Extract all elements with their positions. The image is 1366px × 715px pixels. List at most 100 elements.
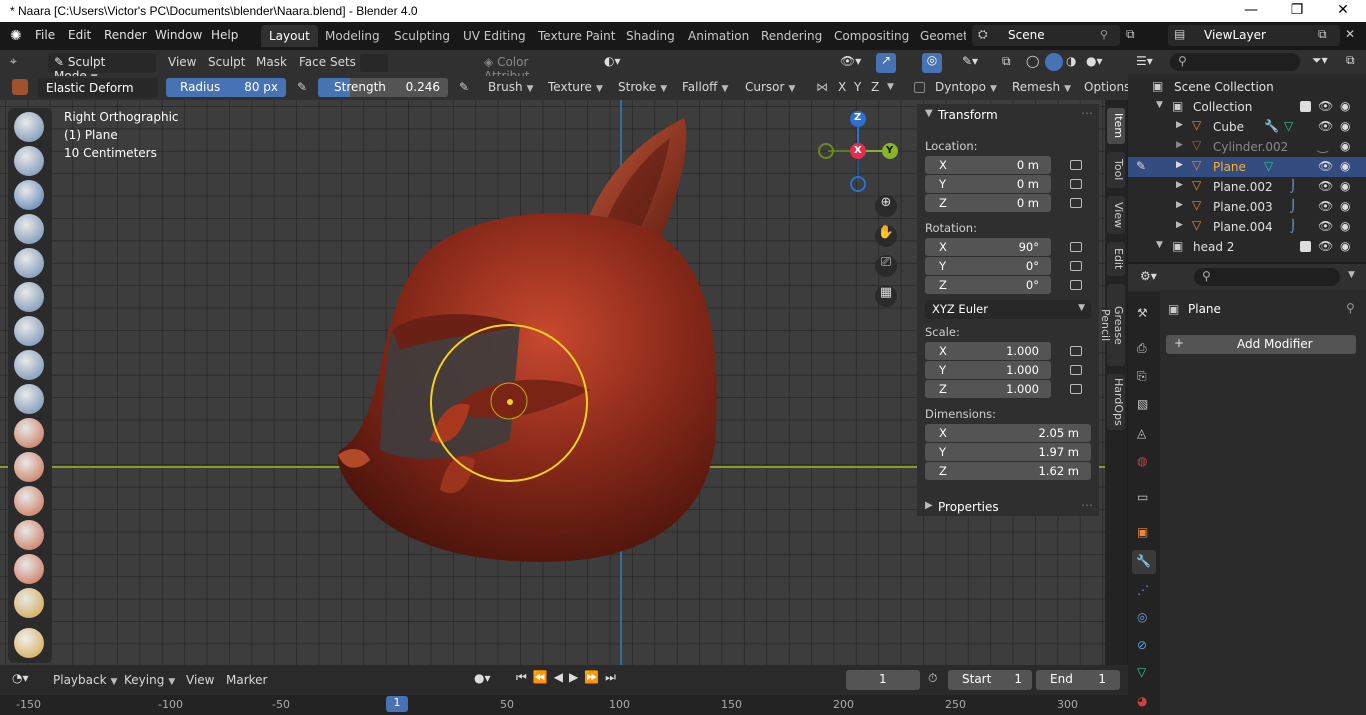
view-layer-selector[interactable]: ▤ ViewLayer ⧉: [1168, 25, 1340, 46]
solid-shading-icon[interactable]: [1045, 53, 1063, 71]
location-x-field[interactable]: X 0 m: [925, 156, 1051, 174]
tab-view[interactable]: View: [1107, 196, 1125, 234]
xray-toggle-icon[interactable]: ⧉: [1002, 54, 1011, 69]
material-tab-icon[interactable]: ◕: [1137, 694, 1151, 708]
checkbox-icon[interactable]: [1300, 101, 1311, 112]
expand-icon[interactable]: ▶: [1176, 200, 1183, 210]
tab-hardops[interactable]: HardOps: [1107, 374, 1125, 430]
pinch-brush-icon[interactable]: [14, 554, 44, 584]
outliner-search-input[interactable]: ⚲: [1170, 53, 1300, 71]
eye-icon[interactable]: 👁: [1318, 199, 1333, 213]
camera-icon[interactable]: ⎚: [875, 255, 897, 277]
rotation-mode-dropdown[interactable]: XYZ Euler ▼: [925, 300, 1091, 319]
properties-editor-icon[interactable]: ⚙▾: [1140, 269, 1157, 283]
scene-selector[interactable]: ⛭ Scene ⚲: [972, 25, 1120, 46]
outliner-row-scene-collection[interactable]: ▣ Scene Collection: [1128, 77, 1366, 97]
lock-icon[interactable]: [1070, 242, 1082, 252]
outliner-row-cylinder[interactable]: ▶ ▽ Cylinder.002 ‿ ◉: [1128, 137, 1366, 157]
expand-icon[interactable]: ▼: [1156, 240, 1163, 250]
keying-menu[interactable]: Keying ▼: [124, 673, 175, 687]
record-icon[interactable]: ●▾: [474, 671, 491, 685]
grab-brush-icon[interactable]: [14, 588, 44, 618]
modifier-tab-icon[interactable]: 🔧: [1132, 550, 1156, 574]
camera-render-icon[interactable]: ◉: [1340, 239, 1350, 253]
flatten-brush-icon[interactable]: [14, 418, 44, 448]
tab-rendering[interactable]: Rendering: [753, 25, 830, 47]
lock-icon[interactable]: [1070, 160, 1082, 170]
view-layer-tab-icon[interactable]: ▧: [1137, 397, 1151, 411]
menu-face-sets[interactable]: Face Sets: [299, 55, 356, 69]
tab-layout[interactable]: Layout: [261, 25, 318, 47]
tab-shading[interactable]: Shading: [618, 25, 683, 47]
inflate-brush-icon[interactable]: [14, 282, 44, 312]
scale-x-field[interactable]: X 1.000: [925, 342, 1051, 360]
brush-menu[interactable]: Brush ▼: [488, 80, 534, 94]
color-attribute-dropdown[interactable]: ◈ Color Attribut...: [478, 53, 594, 83]
lock-icon[interactable]: [1070, 384, 1082, 394]
new-view-layer-icon[interactable]: ⧉: [1318, 27, 1327, 42]
scale-z-field[interactable]: Z 1.000: [925, 380, 1051, 398]
elastic-deform-brush-icon[interactable]: [14, 628, 44, 658]
lock-icon[interactable]: [1070, 365, 1082, 375]
options-menu[interactable]: Options: [1084, 80, 1130, 94]
expand-icon[interactable]: ▶: [1176, 220, 1183, 230]
tab-tool[interactable]: Tool: [1107, 152, 1125, 188]
camera-render-icon[interactable]: ◉: [1340, 99, 1350, 113]
playback-menu[interactable]: Playback ▼: [53, 673, 117, 687]
gizmo-toggle-icon[interactable]: ↗: [876, 53, 896, 73]
expand-icon[interactable]: ▼: [1156, 100, 1163, 110]
tab-grease-pencil[interactable]: Grease Pencil: [1099, 284, 1125, 366]
camera-render-icon[interactable]: ◉: [1340, 199, 1350, 213]
material-shading-icon[interactable]: ◑: [1066, 54, 1076, 68]
zoom-icon[interactable]: ⊕: [875, 195, 897, 217]
outliner-row-plane-003[interactable]: ▶ ▽ Plane.003 ⌡ 👁 ◉: [1128, 197, 1366, 217]
tab-modeling[interactable]: Modeling: [317, 25, 388, 47]
lock-icon[interactable]: [1070, 198, 1082, 208]
tool-tab-icon[interactable]: ⚒: [1137, 306, 1151, 320]
strength-field[interactable]: Strength 0.246: [318, 78, 448, 97]
crease-brush-icon[interactable]: [14, 350, 44, 380]
brush-selector[interactable]: Elastic Deform: [38, 78, 158, 98]
drag-handle-icon[interactable]: ⋯: [1081, 498, 1093, 512]
expand-icon[interactable]: ▶: [1176, 120, 1183, 130]
scrape-brush-icon[interactable]: [14, 486, 44, 516]
outliner-row-plane-004[interactable]: ▶ ▽ Plane.004 ⌡ 👁 ◉: [1128, 217, 1366, 237]
remove-view-layer-icon[interactable]: ✕: [1345, 27, 1355, 41]
remesh-menu[interactable]: Remesh ▼: [1012, 80, 1071, 94]
transform-collapse-icon[interactable]: ▼: [925, 108, 933, 119]
shading-popover-icon[interactable]: ◐▾: [604, 54, 621, 68]
menu-edit[interactable]: Edit: [68, 28, 91, 42]
radius-field[interactable]: Radius 80 px: [166, 78, 286, 97]
smooth-brush-icon[interactable]: [14, 384, 44, 414]
eye-closed-icon[interactable]: ‿: [1318, 139, 1328, 153]
playhead[interactable]: 1: [386, 696, 408, 712]
strength-pressure-icon[interactable]: ✎: [459, 80, 469, 94]
layer-brush-icon[interactable]: [14, 248, 44, 278]
brush-icon[interactable]: [12, 79, 28, 95]
dimensions-x-field[interactable]: X 2.05 m: [925, 424, 1091, 442]
camera-render-icon[interactable]: ◉: [1340, 219, 1350, 233]
chevron-down-icon[interactable]: ▼: [1348, 270, 1355, 280]
tab-geometry[interactable]: Geomet: [912, 25, 966, 47]
properties-search-input[interactable]: ⚲: [1194, 268, 1340, 286]
eye-icon[interactable]: 👁: [1318, 99, 1333, 113]
outliner-row-head-2[interactable]: ▼ ▣ head 2 👁 ◉: [1128, 237, 1366, 257]
menu-help[interactable]: Help: [211, 28, 238, 42]
eye-icon[interactable]: 👁: [1318, 179, 1333, 193]
tab-item[interactable]: Item: [1107, 108, 1125, 144]
fill-brush-icon[interactable]: [14, 452, 44, 482]
clay-brush-icon[interactable]: [14, 180, 44, 210]
properties-panel-title[interactable]: Properties: [938, 500, 999, 514]
close-button[interactable]: ✕: [1320, 2, 1366, 18]
camera-render-icon[interactable]: ◉: [1340, 139, 1350, 153]
data-tab-icon[interactable]: ▽: [1137, 665, 1151, 679]
rotation-z-field[interactable]: Z 0°: [925, 276, 1051, 294]
overlay-toggle-icon[interactable]: ◎: [922, 53, 942, 73]
restore-button[interactable]: ❐: [1274, 2, 1320, 18]
outliner-row-collection[interactable]: ▼ ▣ Collection 👁 ◉: [1128, 97, 1366, 117]
blob-brush-icon[interactable]: [14, 316, 44, 346]
pin-icon[interactable]: ⚲: [1100, 28, 1108, 41]
drag-handle-icon[interactable]: ⋯: [1081, 106, 1093, 120]
outliner-editor-icon[interactable]: ☰▾: [1136, 54, 1153, 68]
stroke-menu[interactable]: Stroke ▼: [618, 80, 667, 94]
